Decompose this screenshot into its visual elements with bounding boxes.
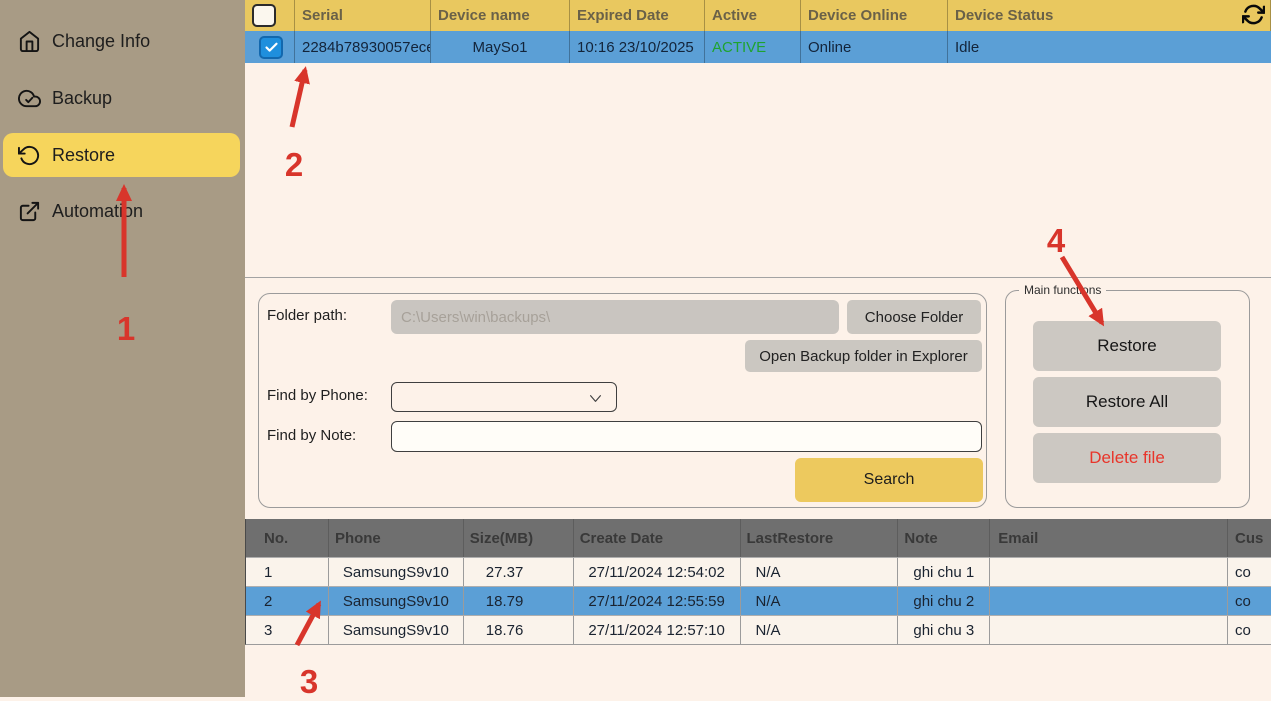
device-table-header: Serial Device name Expired Date Active D… [245, 0, 1271, 31]
backup-note: ghi chu 3 [898, 616, 990, 644]
device-row-selected[interactable]: 2284b78930057ece MaySo1 10:16 23/10/2025… [245, 31, 1271, 63]
backup-size: 27.37 [464, 558, 574, 586]
backup-create-date: 27/11/2024 12:55:59 [574, 587, 741, 615]
backup-no: 3 [246, 616, 329, 644]
backup-create-date: 27/11/2024 12:54:02 [574, 558, 741, 586]
device-name: MaySo1 [431, 31, 570, 63]
row-checkbox-checked[interactable] [259, 36, 283, 59]
backup-last-restore: N/A [741, 587, 899, 615]
folder-path-label: Folder path: [267, 307, 347, 324]
backup-row-1[interactable]: 1 SamsungS9v10 27.37 27/11/2024 12:54:02… [246, 557, 1271, 586]
backup-cus: co [1228, 616, 1271, 644]
backup-phone: SamsungS9v10 [329, 616, 464, 644]
main-functions-group: Main functions Restore Restore All Delet… [1005, 290, 1250, 508]
main-functions-label: Main functions [1019, 283, 1106, 297]
restore-button[interactable]: Restore [1033, 321, 1221, 371]
device-serial: 2284b78930057ece [295, 31, 431, 63]
column-header-active[interactable]: Active [705, 0, 801, 31]
annotation-label-3: 3 [300, 663, 318, 701]
backup-table-header: No. Phone Size(MB) Create Date LastResto… [246, 519, 1271, 557]
device-expired-date: 10:16 23/10/2025 [570, 31, 705, 63]
open-backup-folder-button[interactable]: Open Backup folder in Explorer [745, 340, 982, 372]
column-header-no[interactable]: No. [246, 519, 329, 557]
annotation-label-4: 4 [1047, 222, 1065, 260]
chevron-down-icon [587, 390, 604, 407]
device-status: Idle [948, 31, 1271, 63]
backup-row-3[interactable]: 3 SamsungS9v10 18.76 27/11/2024 12:57:10… [246, 615, 1271, 644]
backup-row-2-selected[interactable]: 2 SamsungS9v10 18.79 27/11/2024 12:55:59… [246, 586, 1271, 615]
column-header-create-date[interactable]: Create Date [574, 519, 741, 557]
backup-last-restore: N/A [741, 616, 899, 644]
backup-no: 2 [246, 587, 329, 615]
column-header-cus[interactable]: Cus [1228, 519, 1271, 557]
column-header-size[interactable]: Size(MB) [464, 519, 574, 557]
backup-last-restore: N/A [741, 558, 899, 586]
column-header-device-name[interactable]: Device name [431, 0, 570, 31]
backup-note: ghi chu 2 [898, 587, 990, 615]
device-active-status: ACTIVE [705, 31, 801, 63]
search-button[interactable]: Search [795, 458, 983, 502]
column-header-phone[interactable]: Phone [329, 519, 464, 557]
delete-file-button[interactable]: Delete file [1033, 433, 1221, 483]
sidebar: Change Info Backup Restore Automation [0, 0, 245, 697]
backup-table: No. Phone Size(MB) Create Date LastResto… [245, 519, 1271, 645]
backup-phone: SamsungS9v10 [329, 558, 464, 586]
sidebar-item-restore[interactable]: Restore [3, 133, 240, 177]
external-link-icon [18, 200, 41, 223]
column-header-device-status[interactable]: Device Status [948, 0, 1271, 31]
device-table: Serial Device name Expired Date Active D… [245, 0, 1271, 63]
backup-size: 18.76 [464, 616, 574, 644]
column-header-email[interactable]: Email [990, 519, 1228, 557]
column-header-note[interactable]: Note [898, 519, 990, 557]
backup-note: ghi chu 1 [898, 558, 990, 586]
cloud-check-icon [18, 87, 41, 110]
backup-cus: co [1228, 558, 1271, 586]
separator-line [245, 277, 1271, 278]
backup-email [990, 616, 1228, 644]
column-header-serial[interactable]: Serial [295, 0, 431, 31]
backup-cus: co [1228, 587, 1271, 615]
backup-create-date: 27/11/2024 12:57:10 [574, 616, 741, 644]
backup-phone: SamsungS9v10 [329, 587, 464, 615]
column-header-last-restore[interactable]: LastRestore [741, 519, 899, 557]
column-header-device-online[interactable]: Device Online [801, 0, 948, 31]
arrow-2 [292, 70, 305, 127]
sidebar-item-label: Change Info [52, 31, 150, 52]
choose-folder-button[interactable]: Choose Folder [847, 300, 981, 334]
sidebar-item-label: Backup [52, 88, 112, 109]
backup-no: 1 [246, 558, 329, 586]
select-all-checkbox[interactable] [252, 4, 276, 27]
device-online-status: Online [801, 31, 948, 63]
sidebar-item-change-info[interactable]: Change Info [3, 19, 240, 63]
find-by-phone-label: Find by Phone: [267, 387, 368, 404]
find-by-phone-select[interactable] [391, 382, 617, 412]
restore-all-button[interactable]: Restore All [1033, 377, 1221, 427]
row-checkbox-cell [245, 31, 295, 63]
restore-history-icon [18, 144, 41, 167]
select-all-cell [245, 0, 295, 31]
find-by-note-input[interactable] [391, 421, 982, 452]
annotation-label-2: 2 [285, 146, 303, 184]
sidebar-item-label: Automation [52, 201, 143, 222]
refresh-icon[interactable] [1241, 3, 1266, 28]
find-by-note-label: Find by Note: [267, 427, 356, 444]
backup-email [990, 587, 1228, 615]
sidebar-item-backup[interactable]: Backup [3, 76, 240, 120]
backup-size: 18.79 [464, 587, 574, 615]
search-panel: Folder path: Choose Folder Open Backup f… [258, 293, 987, 508]
column-header-expired-date[interactable]: Expired Date [570, 0, 705, 31]
backup-email [990, 558, 1228, 586]
folder-path-input[interactable] [391, 300, 839, 334]
home-icon [18, 30, 41, 53]
sidebar-item-automation[interactable]: Automation [3, 189, 240, 233]
sidebar-item-label: Restore [52, 145, 115, 166]
